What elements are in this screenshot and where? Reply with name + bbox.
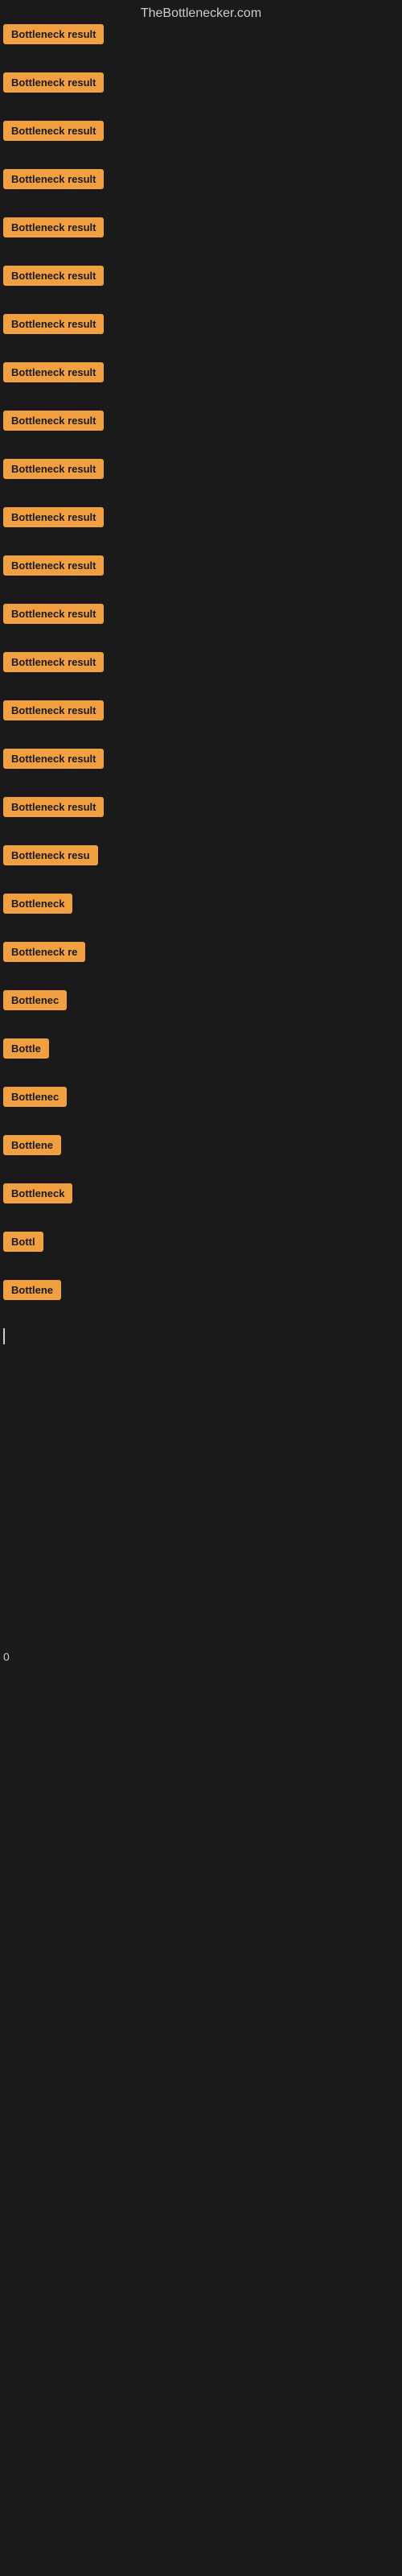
- list-item: Bottleneck result: [3, 700, 104, 724]
- bottleneck-badge[interactable]: Bottlenec: [3, 990, 67, 1010]
- list-item: Bottleneck result: [3, 24, 104, 48]
- bottleneck-badge[interactable]: Bottleneck result: [3, 169, 104, 189]
- bottleneck-badge[interactable]: Bottlene: [3, 1135, 61, 1155]
- bottleneck-badge[interactable]: Bottleneck result: [3, 652, 104, 672]
- bottleneck-badge[interactable]: Bottleneck result: [3, 362, 104, 382]
- list-item: Bottleneck result: [3, 459, 104, 483]
- list-item: Bottlene: [3, 1135, 61, 1159]
- list-item: Bottleneck result: [3, 217, 104, 242]
- bottleneck-badge[interactable]: Bottleneck result: [3, 266, 104, 286]
- list-item: Bottleneck result: [3, 604, 104, 628]
- bottleneck-badge[interactable]: Bottle: [3, 1038, 49, 1059]
- bottleneck-badge[interactable]: Bottlenec: [3, 1087, 67, 1107]
- bottleneck-badge[interactable]: Bottleneck result: [3, 459, 104, 479]
- bottleneck-badge[interactable]: Bottleneck result: [3, 72, 104, 93]
- list-item: Bottlene: [3, 1280, 61, 1304]
- bottleneck-badge[interactable]: Bottl: [3, 1232, 43, 1252]
- bottleneck-badge[interactable]: Bottleneck result: [3, 507, 104, 527]
- list-item: Bottleneck result: [3, 121, 104, 145]
- list-item: Bottleneck: [3, 1183, 72, 1208]
- bottleneck-badge[interactable]: Bottleneck: [3, 1183, 72, 1203]
- bottleneck-badge[interactable]: Bottleneck result: [3, 24, 104, 44]
- bottleneck-badge[interactable]: Bottleneck result: [3, 411, 104, 431]
- cursor: [3, 1328, 5, 1344]
- list-item: Bottleneck result: [3, 266, 104, 290]
- list-item: Bottleneck result: [3, 507, 104, 531]
- list-item: Bottleneck result: [3, 362, 104, 386]
- list-item: Bottleneck result: [3, 797, 104, 821]
- bottleneck-badge[interactable]: Bottleneck re: [3, 942, 85, 962]
- bottleneck-badge[interactable]: Bottleneck result: [3, 217, 104, 237]
- bottleneck-badge[interactable]: Bottleneck: [3, 894, 72, 914]
- bottleneck-badge[interactable]: Bottleneck result: [3, 121, 104, 141]
- bottleneck-badge[interactable]: Bottlene: [3, 1280, 61, 1300]
- list-item: Bottleneck result: [3, 555, 104, 580]
- list-item: Bottleneck result: [3, 411, 104, 435]
- list-item: Bottleneck result: [3, 169, 104, 193]
- list-item: Bottleneck result: [3, 652, 104, 676]
- bottleneck-badge[interactable]: Bottleneck result: [3, 604, 104, 624]
- bottleneck-badge[interactable]: Bottleneck result: [3, 749, 104, 769]
- site-title: TheBottlenecker.com: [0, 0, 402, 27]
- bottleneck-badge[interactable]: Bottleneck resu: [3, 845, 98, 865]
- list-item: Bottleneck re: [3, 942, 85, 966]
- list-item: Bottlenec: [3, 1087, 67, 1111]
- list-item: Bottleneck result: [3, 749, 104, 773]
- small-char: 0: [3, 1650, 10, 1663]
- list-item: Bottlenec: [3, 990, 67, 1014]
- list-item: Bottl: [3, 1232, 43, 1256]
- list-item: Bottleneck resu: [3, 845, 98, 869]
- bottleneck-badge[interactable]: Bottleneck result: [3, 700, 104, 720]
- list-item: Bottleneck result: [3, 314, 104, 338]
- bottleneck-badge[interactable]: Bottleneck result: [3, 555, 104, 576]
- list-item: Bottleneck: [3, 894, 72, 918]
- list-item: Bottle: [3, 1038, 49, 1063]
- bottleneck-badge[interactable]: Bottleneck result: [3, 797, 104, 817]
- list-item: Bottleneck result: [3, 72, 104, 97]
- bottleneck-badge[interactable]: Bottleneck result: [3, 314, 104, 334]
